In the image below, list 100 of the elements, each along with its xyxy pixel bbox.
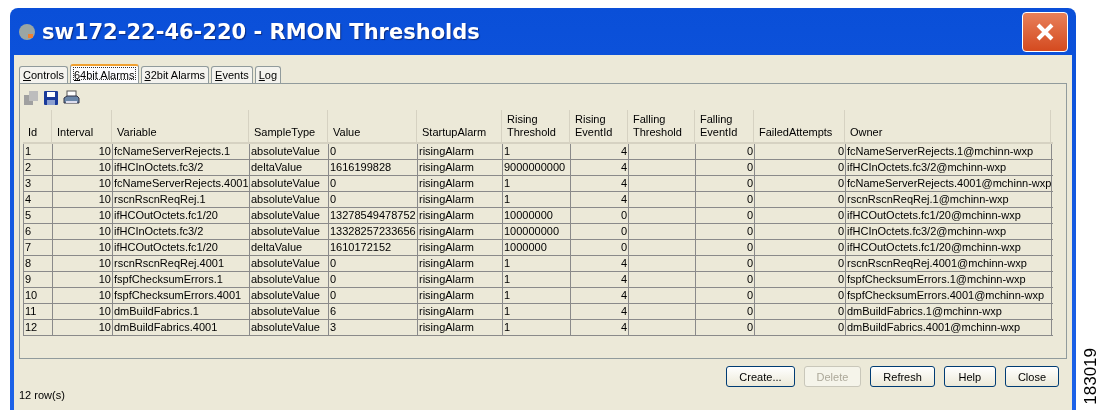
table-cell: 1	[503, 256, 571, 271]
column-header[interactable]: Rising EventId	[570, 110, 628, 142]
tab[interactable]: 64bit Alarms	[70, 64, 139, 83]
column-header[interactable]: Id	[23, 110, 52, 142]
table-cell: deltaValue	[250, 240, 329, 255]
figure-number: 183019	[1081, 348, 1099, 405]
table-cell: 3	[24, 176, 53, 191]
column-header[interactable]: Variable	[112, 110, 249, 142]
table-cell: 1	[503, 304, 571, 319]
table-cell: 8	[24, 256, 53, 271]
table-cell: 1	[503, 192, 571, 207]
table-cell: 4	[571, 320, 629, 335]
tab[interactable]: Events	[211, 66, 253, 83]
table-cell: 4	[571, 288, 629, 303]
table-cell: absoluteValue	[250, 272, 329, 287]
table-cell: 13278549478752	[329, 208, 418, 223]
column-header[interactable]: SampleType	[249, 110, 328, 142]
save-icon[interactable]	[43, 90, 59, 106]
table-cell: rscnRscnReqRej.1	[113, 192, 250, 207]
table-cell: 0	[696, 240, 755, 255]
column-header[interactable]: Value	[328, 110, 417, 142]
table-cell: 0	[696, 320, 755, 335]
dialog-button[interactable]: Create...	[726, 366, 795, 387]
table-cell: ifHCInOctets.fc3/2@mchinn-wxp	[846, 160, 1052, 175]
tab[interactable]: Controls	[19, 66, 68, 83]
table-cell: absoluteValue	[250, 144, 329, 159]
table-cell: risingAlarm	[418, 160, 503, 175]
table-cell: rscnRscnReqRej.1@mchinn-wxp	[846, 192, 1052, 207]
table-cell: fcNameServerRejects.1	[113, 144, 250, 159]
table-cell: 100000000	[503, 224, 571, 239]
table-cell: 0	[329, 272, 418, 287]
tab[interactable]: 32bit Alarms	[140, 66, 210, 83]
table-cell: 0	[696, 224, 755, 239]
table-cell: 0	[696, 256, 755, 271]
table-cell: 5	[24, 208, 53, 223]
table-cell: 0	[696, 192, 755, 207]
table-cell: risingAlarm	[418, 256, 503, 271]
table-cell: 0	[755, 288, 846, 303]
table-cell: 10	[53, 224, 113, 239]
table-cell: 0	[696, 272, 755, 287]
table-cell: 1616199828	[329, 160, 418, 175]
table-cell: fcNameServerRejects.4001@mchinn-wxp	[846, 176, 1052, 191]
table-cell: 10	[53, 208, 113, 223]
dialog-button[interactable]: Close	[1004, 366, 1059, 387]
table-cell: 1	[503, 176, 571, 191]
table-cell: dmBuildFabrics.1@mchinn-wxp	[846, 304, 1052, 319]
dialog-button[interactable]: Help	[943, 366, 996, 387]
table-cell: risingAlarm	[418, 192, 503, 207]
table-cell: ifHCOutOctets.fc1/20@mchinn-wxp	[846, 208, 1052, 223]
table-cell: 4	[571, 144, 629, 159]
table-cell: fcNameServerRejects.1@mchinn-wxp	[846, 144, 1052, 159]
dialog-button[interactable]: Refresh	[870, 366, 935, 387]
table-cell: 10	[53, 288, 113, 303]
column-header[interactable]: Falling Threshold	[628, 110, 695, 142]
column-header[interactable]: FailedAttempts	[754, 110, 845, 142]
table-cell: risingAlarm	[418, 176, 503, 191]
column-header[interactable]: Rising Threshold	[502, 110, 570, 142]
table-cell: dmBuildFabrics.4001	[113, 320, 250, 335]
table-cell: fcNameServerRejects.4001	[113, 176, 250, 191]
table-cell: 0	[755, 256, 846, 271]
close-button[interactable]	[1022, 11, 1068, 52]
table-cell: 0	[329, 144, 418, 159]
table-cell: 0	[755, 160, 846, 175]
table-cell: absoluteValue	[250, 288, 329, 303]
table-cell: risingAlarm	[418, 320, 503, 335]
tab[interactable]: Log	[254, 66, 282, 83]
app-icon	[18, 22, 36, 41]
table-cell: 0	[755, 240, 846, 255]
table-cell: 4	[571, 160, 629, 175]
table-cell: 4	[571, 256, 629, 271]
table-cell: 0	[696, 304, 755, 319]
table-cell: absoluteValue	[250, 176, 329, 191]
table-cell: 1	[24, 144, 53, 159]
table-cell: rscnRscnReqRej.4001@mchinn-wxp	[846, 256, 1052, 271]
print-icon[interactable]	[63, 90, 80, 106]
column-header[interactable]: Interval	[52, 110, 112, 142]
table-cell: 0	[571, 224, 629, 239]
table-cell: ifHCOutOctets.fc1/20	[113, 208, 250, 223]
table-cell: 10	[24, 288, 53, 303]
table-cell: risingAlarm	[418, 272, 503, 287]
table-cell: 1	[503, 288, 571, 303]
table-cell: fspfChecksumErrors.1@mchinn-wxp	[846, 272, 1052, 287]
column-header[interactable]: Owner	[845, 110, 1051, 142]
table-cell: 1000000	[503, 240, 571, 255]
table-cell: 10	[53, 176, 113, 191]
table-cell: 10	[53, 144, 113, 159]
table-cell: dmBuildFabrics.4001@mchinn-wxp	[846, 320, 1052, 335]
table-cell: 9000000000	[503, 160, 571, 175]
column-header[interactable]: StartupAlarm	[417, 110, 502, 142]
table-cell: 0	[696, 208, 755, 223]
table-cell: 4	[571, 272, 629, 287]
table-cell: risingAlarm	[418, 304, 503, 319]
column-header[interactable]: Falling EventId	[695, 110, 754, 142]
table-cell: ifHCOutOctets.fc1/20@mchinn-wxp	[846, 240, 1052, 255]
table-cell: 0	[755, 192, 846, 207]
table-cell: 0	[755, 304, 846, 319]
table-cell: 1	[503, 144, 571, 159]
table-cell: 0	[696, 160, 755, 175]
table-cell: 7	[24, 240, 53, 255]
table-cell: deltaValue	[250, 160, 329, 175]
